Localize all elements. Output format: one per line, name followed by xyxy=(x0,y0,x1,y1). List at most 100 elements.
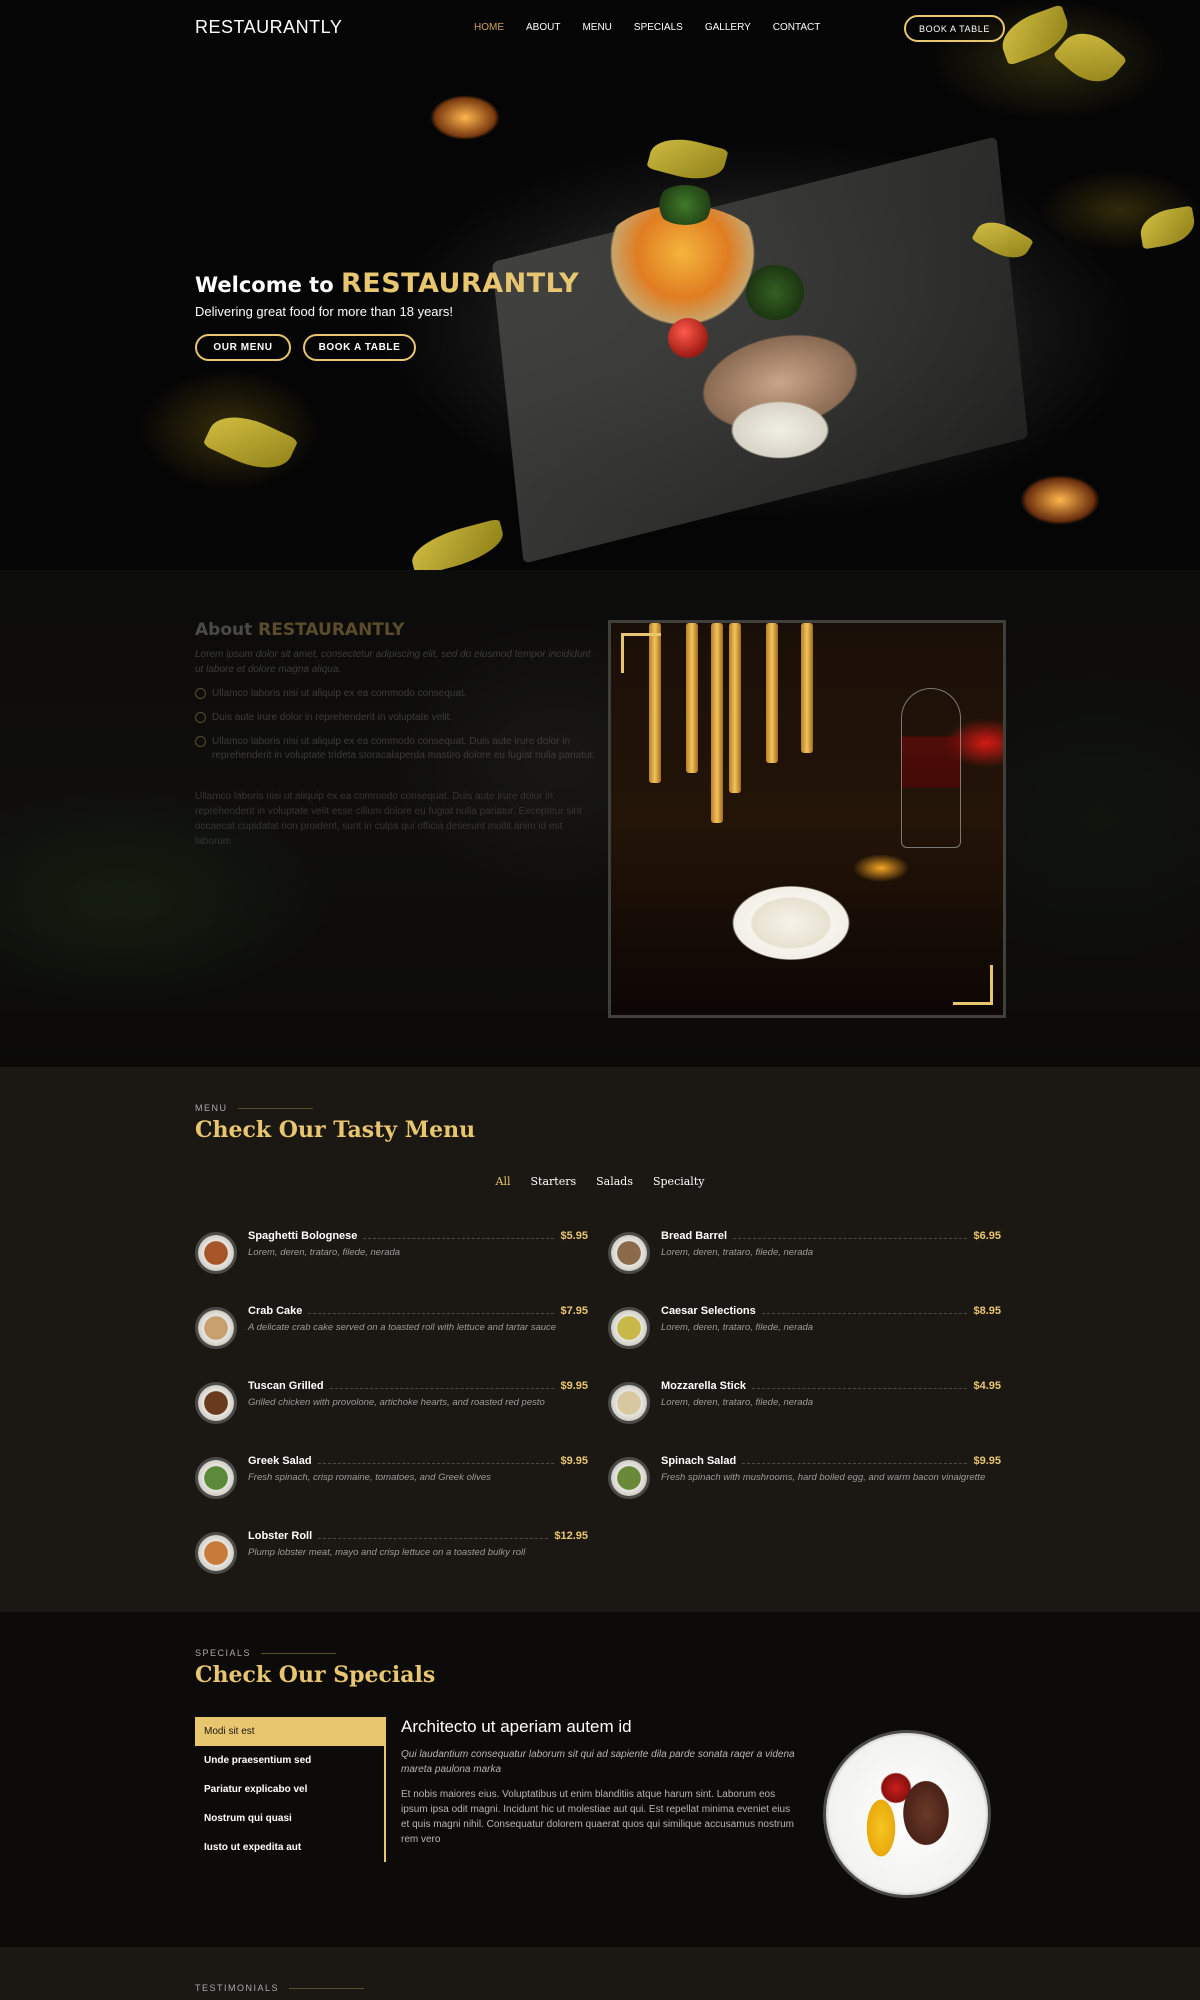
menu-item-name[interactable]: Bread Barrel xyxy=(661,1230,727,1242)
menu-item-price: $4.95 xyxy=(973,1380,1001,1392)
menu-item-price: $5.95 xyxy=(560,1230,588,1242)
nav-gallery[interactable]: GALLERY xyxy=(705,22,751,33)
menu-item-image xyxy=(195,1232,237,1274)
menu-item[interactable]: Bread Barrel $6.95 Lorem, deren, trataro… xyxy=(608,1230,1001,1305)
menu-section: MENU Check Our Tasty Menu All Starters S… xyxy=(0,1067,1200,1612)
specials-tab[interactable]: Pariatur explicabo vel xyxy=(195,1775,384,1804)
menu-item-header: Greek Salad $9.95 xyxy=(248,1455,588,1467)
menu-item-name[interactable]: Spinach Salad xyxy=(661,1455,736,1467)
menu-item-dots xyxy=(751,1387,968,1389)
menu-item[interactable]: Crab Cake $7.95 A delicate crab cake ser… xyxy=(195,1305,588,1380)
label-divider xyxy=(261,1652,337,1654)
hero-welcome: Welcome to xyxy=(195,273,334,297)
menu-item-desc: Grilled chicken with provolone, artichok… xyxy=(248,1397,545,1408)
hero-sauce xyxy=(720,395,840,465)
about-text-block: About RESTAURANTLY Lorem ipsum dolor sit… xyxy=(195,620,595,849)
menu-item-dots xyxy=(742,1462,968,1464)
menu-item-image xyxy=(608,1457,650,1499)
menu-item-dots xyxy=(329,1387,555,1389)
specials-label-text: SPECIALS xyxy=(195,1648,252,1658)
about-list-text: Duis aute irure dolor in reprehenderit i… xyxy=(212,712,453,723)
about-list: Ullamco laboris nisi ut aliquip ex ea co… xyxy=(195,687,595,763)
menu-item-name[interactable]: Tuscan Grilled xyxy=(248,1380,324,1392)
menu-item[interactable]: Lobster Roll $12.95 Plump lobster meat, … xyxy=(195,1530,588,1605)
our-menu-button[interactable]: OUR MENU xyxy=(195,334,291,361)
menu-item[interactable]: Spinach Salad $9.95 Fresh spinach with m… xyxy=(608,1455,1001,1530)
menu-item[interactable]: Tuscan Grilled $9.95 Grilled chicken wit… xyxy=(195,1380,588,1455)
filter-salads[interactable]: Salads xyxy=(596,1175,633,1188)
about-list-item: Ullamco laboris nisi ut aliquip ex ea co… xyxy=(195,735,595,763)
candle-icon xyxy=(801,623,813,753)
about-section: About RESTAURANTLY Lorem ipsum dolor sit… xyxy=(0,570,1200,1067)
hero-title: Welcome to RESTAURANTLY xyxy=(195,268,579,299)
about-list-text: Ullamco laboris nisi ut aliquip ex ea co… xyxy=(212,736,596,761)
menu-item-name[interactable]: Mozzarella Stick xyxy=(661,1380,746,1392)
menu-item-price: $12.95 xyxy=(554,1530,588,1542)
hero-tomato xyxy=(668,318,708,358)
menu-item-header: Spaghetti Bolognese $5.95 xyxy=(248,1230,588,1242)
filter-specialty[interactable]: Specialty xyxy=(653,1175,704,1188)
nav-home[interactable]: HOME xyxy=(474,22,504,33)
menu-item-name[interactable]: Greek Salad xyxy=(248,1455,312,1467)
menu-item-desc: Lorem, deren, trataro, filede, nerada xyxy=(248,1247,401,1258)
about-title-brand: RESTAURANTLY xyxy=(258,620,405,640)
menu-item-header: Crab Cake $7.95 xyxy=(248,1305,588,1317)
check-circle-icon xyxy=(195,688,206,699)
wine-glass xyxy=(901,688,961,848)
filter-all[interactable]: All xyxy=(496,1175,511,1188)
specials-body-text: Et nobis maiores eius. Voluptatibus ut e… xyxy=(401,1789,794,1845)
hero-text-block: Welcome to RESTAURANTLY Delivering great… xyxy=(195,268,579,361)
about-title: About RESTAURANTLY xyxy=(195,620,595,640)
specials-tab[interactable]: Unde praesentium sed xyxy=(195,1746,384,1775)
hero-book-table-button[interactable]: BOOK A TABLE xyxy=(303,334,416,361)
hero-leaf xyxy=(646,130,729,188)
menu-item[interactable]: Spaghetti Bolognese $5.95 Lorem, deren, … xyxy=(195,1230,588,1305)
check-circle-icon xyxy=(195,736,206,747)
menu-item-header: Caesar Selections $8.95 xyxy=(661,1305,1001,1317)
menu-item-name[interactable]: Lobster Roll xyxy=(248,1530,312,1542)
specials-tab[interactable]: Modi sit est xyxy=(195,1717,384,1746)
specials-tab[interactable]: Iusto ut expedita aut xyxy=(195,1833,384,1862)
specials-title: Check Our Specials xyxy=(195,1662,436,1688)
menu-item-dots xyxy=(317,1462,555,1464)
menu-item[interactable]: Mozzarella Stick $4.95 Lorem, deren, tra… xyxy=(608,1380,1001,1455)
menu-item-dots xyxy=(761,1312,968,1314)
about-list-item: Ullamco laboris nisi ut aliquip ex ea co… xyxy=(195,687,595,701)
menu-title: Check Our Tasty Menu xyxy=(195,1117,476,1143)
hero-section: Welcome to RESTAURANTLY Delivering great… xyxy=(0,0,1200,570)
nav-specials[interactable]: SPECIALS xyxy=(634,22,683,33)
hero-leaf xyxy=(202,404,299,481)
menu-item-name[interactable]: Spaghetti Bolognese xyxy=(248,1230,357,1242)
menu-item-desc: A delicate crab cake served on a toasted… xyxy=(248,1322,557,1333)
specials-tab[interactable]: Nostrum qui quasi xyxy=(195,1804,384,1833)
specials-heading: Architecto ut aperiam autem id xyxy=(401,1717,632,1736)
menu-item-desc: Fresh spinach, crisp romaine, tomatoes, … xyxy=(248,1472,491,1483)
hero-buttons: OUR MENU BOOK A TABLE xyxy=(195,334,579,361)
menu-item-header: Spinach Salad $9.95 xyxy=(661,1455,1001,1467)
menu-item[interactable]: Greek Salad $9.95 Fresh spinach, crisp r… xyxy=(195,1455,588,1530)
check-circle-icon xyxy=(195,712,206,723)
menu-item-dots xyxy=(363,1237,555,1239)
nav-about[interactable]: ABOUT xyxy=(526,22,560,33)
menu-item-header: Bread Barrel $6.95 xyxy=(661,1230,1001,1242)
filter-starters[interactable]: Starters xyxy=(531,1175,577,1188)
hero-broccoli xyxy=(745,265,805,320)
label-divider xyxy=(289,1987,365,1989)
menu-item-header: Mozzarella Stick $4.95 xyxy=(661,1380,1001,1392)
about-list-text: Ullamco laboris nisi ut aliquip ex ea co… xyxy=(212,688,467,699)
menu-item-desc: Lorem, deren, trataro, filede, nerada xyxy=(661,1322,814,1333)
site-logo[interactable]: RESTAURANTLY xyxy=(195,17,342,38)
menu-item-image xyxy=(608,1382,650,1424)
nav-menu[interactable]: MENU xyxy=(582,22,611,33)
menu-item-name[interactable]: Caesar Selections xyxy=(661,1305,756,1317)
menu-item-name[interactable]: Crab Cake xyxy=(248,1305,302,1317)
menu-item-image xyxy=(195,1307,237,1349)
menu-item-price: $9.95 xyxy=(560,1455,588,1467)
menu-item-dots xyxy=(733,1237,968,1239)
menu-item-header: Lobster Roll $12.95 xyxy=(248,1530,588,1542)
menu-item[interactable]: Caesar Selections $8.95 Lorem, deren, tr… xyxy=(608,1305,1001,1380)
specials-italic-text: Qui laudantium consequatur laborum sit q… xyxy=(401,1749,795,1775)
book-table-button[interactable]: BOOK A TABLE xyxy=(904,15,1005,42)
about-outro: Ullamco laboris nisi ut aliquip ex ea co… xyxy=(195,791,582,847)
nav-contact[interactable]: CONTACT xyxy=(773,22,821,33)
